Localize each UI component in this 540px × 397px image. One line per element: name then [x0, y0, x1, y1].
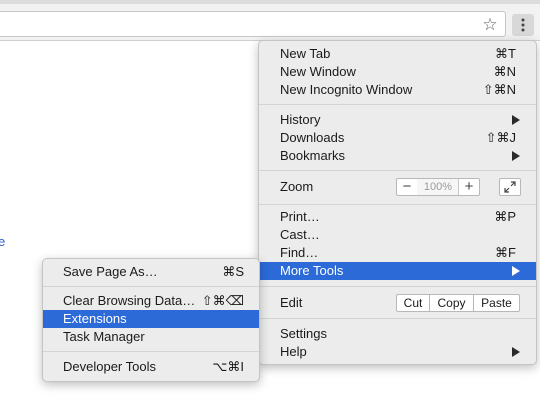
menu-item-label: Settings: [280, 326, 327, 341]
menu-item-shortcut: ⌘S: [222, 264, 244, 279]
menu-item-new-window[interactable]: New Window ⌘N: [259, 63, 536, 81]
menu-item-label: Clear Browsing Data…: [63, 293, 196, 308]
menu-item-shortcut: ⇧⌘J: [485, 130, 516, 145]
more-tools-submenu: Save Page As… ⌘S Clear Browsing Data… ⇧⌘…: [42, 258, 260, 382]
submenu-arrow-icon: [512, 151, 520, 161]
menu-item-label: Print…: [280, 209, 320, 224]
menu-item-shortcut: ⌘N: [493, 64, 516, 79]
submenu-item-save-page-as[interactable]: Save Page As… ⌘S: [43, 263, 259, 281]
menu-item-shortcut: ⌥⌘I: [212, 359, 244, 374]
menu-item-history[interactable]: History: [259, 111, 536, 129]
menu-item-label: Help: [280, 344, 307, 359]
menu-item-shortcut: ⇧⌘N: [482, 82, 516, 97]
paste-button[interactable]: Paste: [473, 294, 520, 312]
menu-item-label: More Tools: [280, 263, 344, 278]
menu-item-label: Bookmarks: [280, 148, 346, 163]
more-vertical-icon: [521, 18, 525, 32]
menu-separator: [259, 104, 536, 105]
menu-item-settings[interactable]: Settings: [259, 325, 536, 343]
menu-item-label: Find…: [280, 245, 319, 260]
menu-item-shortcut: ⌘P: [494, 209, 516, 224]
menu-item-more-tools[interactable]: More Tools: [259, 262, 536, 280]
menu-item-label: New Tab: [280, 46, 331, 61]
menu-item-shortcut: ⌘T: [495, 46, 516, 61]
zoom-control: − 100% +: [396, 178, 480, 196]
submenu-arrow-icon: [512, 115, 520, 125]
menu-item-label: New Window: [280, 64, 356, 79]
address-bar[interactable]: [0, 11, 506, 37]
fullscreen-icon: [504, 181, 516, 193]
browser-toolbar: ☆: [0, 0, 540, 41]
menu-item-shortcut: ⌘F: [495, 245, 516, 260]
submenu-item-extensions[interactable]: Extensions: [43, 310, 259, 328]
menu-separator: [259, 170, 536, 171]
chrome-menu-button[interactable]: [512, 14, 534, 36]
menu-item-shortcut: ⇧⌘⌫: [201, 293, 244, 308]
menu-item-label: Developer Tools: [63, 359, 156, 374]
menu-item-cast[interactable]: Cast…: [259, 226, 536, 244]
menu-separator: [259, 204, 536, 205]
bookmark-star-icon[interactable]: ☆: [480, 15, 500, 35]
menu-item-label: Downloads: [280, 130, 345, 145]
menu-item-print[interactable]: Print… ⌘P: [259, 208, 536, 226]
menu-item-new-tab[interactable]: New Tab ⌘T: [259, 45, 536, 63]
copy-button[interactable]: Copy: [429, 294, 474, 312]
menu-separator: [43, 351, 259, 352]
submenu-item-developer-tools[interactable]: Developer Tools ⌥⌘I: [43, 358, 259, 376]
menu-item-label: Edit: [280, 295, 303, 310]
menu-item-label: Cast…: [280, 227, 320, 242]
menu-item-label: Zoom: [280, 179, 314, 194]
menu-item-label: New Incognito Window: [280, 82, 413, 97]
zoom-out-button[interactable]: −: [397, 179, 418, 195]
menu-item-downloads[interactable]: Downloads ⇧⌘J: [259, 129, 536, 147]
submenu-arrow-icon: [512, 266, 520, 276]
cut-button[interactable]: Cut: [396, 294, 430, 312]
page-link-fragment[interactable]: e: [0, 234, 5, 249]
zoom-level: 100%: [417, 179, 459, 195]
tab-strip-edge: [0, 0, 540, 4]
menu-item-label: Save Page As…: [63, 264, 158, 279]
menu-item-label: Task Manager: [63, 329, 145, 344]
menu-item-bookmarks[interactable]: Bookmarks: [259, 147, 536, 165]
zoom-in-button[interactable]: +: [458, 179, 479, 195]
menu-item-label: Extensions: [63, 311, 127, 326]
menu-item-help[interactable]: Help: [259, 343, 536, 361]
menu-item-label: History: [280, 112, 321, 127]
submenu-item-clear-browsing-data[interactable]: Clear Browsing Data… ⇧⌘⌫: [43, 292, 259, 310]
menu-separator: [43, 286, 259, 287]
fullscreen-button[interactable]: [499, 178, 521, 196]
menu-item-find[interactable]: Find… ⌘F: [259, 244, 536, 262]
chrome-main-menu: New Tab ⌘T New Window ⌘N New Incognito W…: [258, 40, 537, 365]
menu-item-new-incognito-window[interactable]: New Incognito Window ⇧⌘N: [259, 81, 536, 99]
submenu-item-task-manager[interactable]: Task Manager: [43, 328, 259, 346]
menu-separator: [259, 318, 536, 319]
submenu-arrow-icon: [512, 347, 520, 357]
menu-separator: [259, 286, 536, 287]
